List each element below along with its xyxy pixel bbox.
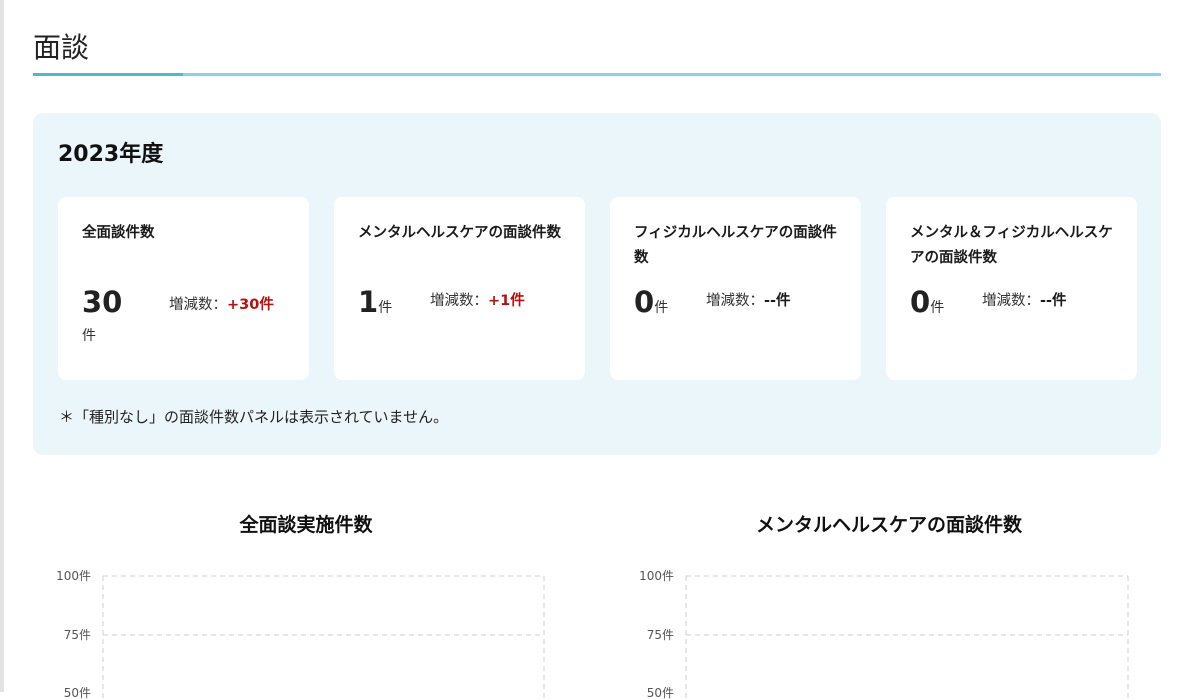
- page-title: 面談: [33, 31, 90, 64]
- stat-delta: 増減数：--件: [982, 289, 1067, 314]
- stat-card-label: フィジカルヘルスケアの面談件数: [634, 225, 837, 266]
- y-tick-label: 50件: [647, 686, 674, 700]
- stat-card-label: 全面談件数: [82, 225, 155, 241]
- year-summary-panel: 2023年度 全面談件数 30 件 増減数：+30件 メンタルヘルスケアの面談件…: [33, 113, 1161, 455]
- stat-card-mental: メンタルヘルスケアの面談件数 1件 増減数：+1件: [334, 197, 585, 380]
- title-underline-accent: [33, 73, 183, 76]
- chart-title: 全面談実施件数: [239, 514, 373, 536]
- y-tick-label: 50件: [64, 686, 91, 700]
- stat-card-total: 全面談件数 30 件 増減数：+30件: [58, 197, 309, 380]
- left-rail: [0, 0, 4, 692]
- y-tick-label: 75件: [647, 628, 674, 642]
- y-tick-label: 100件: [56, 569, 91, 583]
- stat-delta-value: +30件: [227, 297, 274, 313]
- panel-note: ＊「種別なし」の面談件数パネルは表示されていません。: [59, 408, 449, 426]
- stat-delta-label: 増減数：: [706, 293, 764, 309]
- year-title: 2023年度: [58, 142, 164, 167]
- stat-count-unit: 件: [930, 300, 945, 316]
- stat-delta-label: 増減数：: [169, 297, 227, 313]
- stat-card-physical: フィジカルヘルスケアの面談件数 0件 増減数：--件: [610, 197, 861, 380]
- stat-delta: 増減数：+30件: [169, 293, 284, 318]
- chart-area-mental: 100件 75件 50件: [639, 569, 1129, 700]
- stat-count-number: 0: [910, 285, 931, 319]
- stat-count: 0件: [634, 285, 668, 319]
- stat-delta-value: --件: [764, 293, 791, 309]
- chart-area-total: 100件 75件 50件: [56, 569, 545, 700]
- stat-card-label: メンタル＆フィジカルヘルスケアの面談件数: [910, 225, 1113, 266]
- stat-count: 1件: [358, 285, 392, 319]
- y-tick-label: 100件: [639, 569, 674, 583]
- stat-card-mental-physical: メンタル＆フィジカルヘルスケアの面談件数 0件 増減数：--件: [886, 197, 1137, 380]
- stat-card-label: メンタルヘルスケアの面談件数: [358, 225, 561, 241]
- y-tick-label: 75件: [64, 628, 91, 642]
- stat-delta-label: 増減数：: [430, 293, 488, 309]
- stat-count-unit: 件: [654, 300, 669, 316]
- stat-count: 0件: [910, 285, 944, 319]
- stat-count-number: 30: [82, 285, 123, 319]
- stat-delta-value: --件: [1040, 293, 1067, 309]
- stat-count-unit: 件: [82, 328, 96, 344]
- stat-count-number: 1: [358, 285, 379, 319]
- stat-count-unit: 件: [378, 300, 393, 316]
- stat-delta: 増減数：--件: [706, 289, 791, 314]
- title-underline: [33, 73, 1161, 76]
- stat-delta-label: 増減数：: [982, 293, 1040, 309]
- stat-count-number: 0: [634, 285, 655, 319]
- chart-title: メンタルヘルスケアの面談件数: [755, 514, 1022, 536]
- stat-delta: 増減数：+1件: [430, 289, 525, 314]
- stat-delta-value: +1件: [488, 293, 525, 309]
- stat-count: 30 件: [82, 285, 152, 345]
